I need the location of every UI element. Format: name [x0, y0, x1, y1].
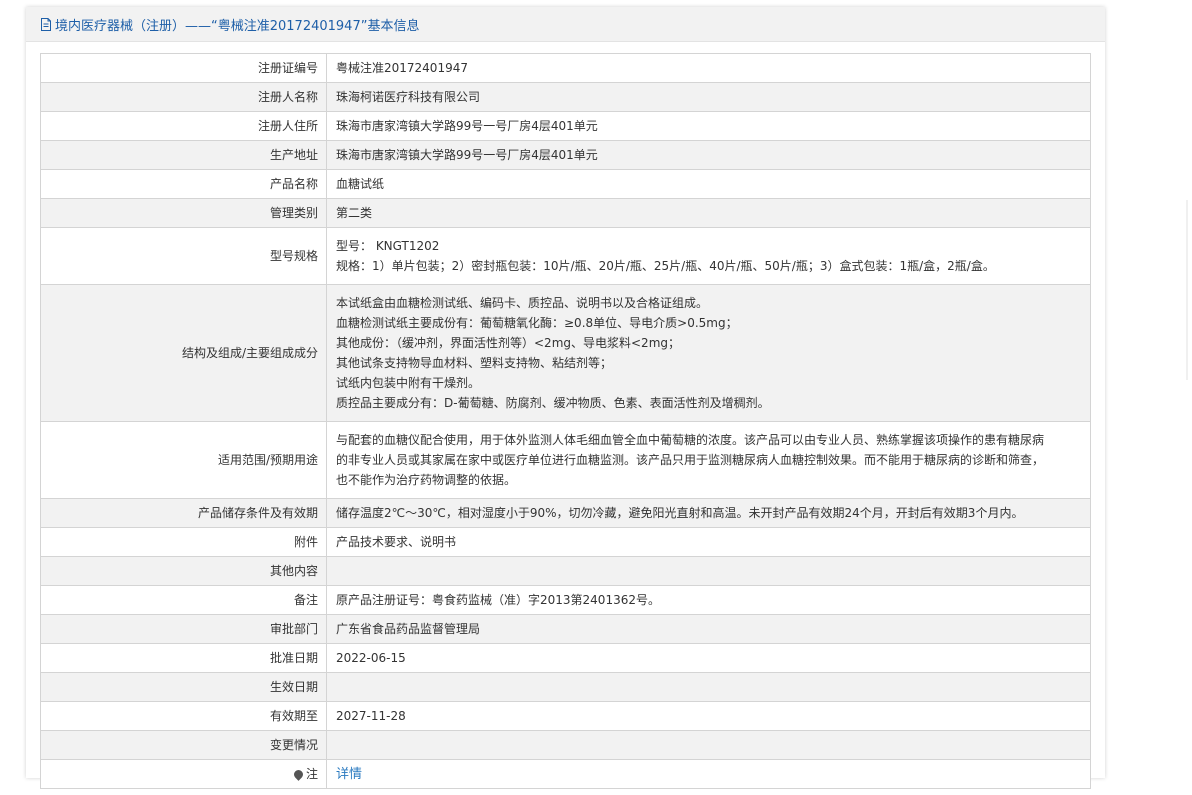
- field-label: 备注: [40, 585, 327, 615]
- field-value-line: 广东省食品药品监督管理局: [336, 622, 481, 636]
- field-label: 其他内容: [40, 556, 327, 586]
- details-link[interactable]: 详情: [336, 767, 362, 782]
- note-label: 注: [305, 767, 318, 781]
- field-label: 适用范围/预期用途: [40, 421, 327, 499]
- field-value: [326, 556, 1091, 586]
- field-value-line: 原产品注册证号：粤食药监械（准）字2013第2401362号。: [336, 593, 660, 607]
- field-label: 生产地址: [40, 140, 327, 170]
- field-value-line: [336, 735, 1081, 755]
- table-row: 管理类别 第二类: [40, 198, 1091, 228]
- field-value-line: 2027-11-28: [336, 709, 406, 723]
- field-label: 变更情况: [40, 730, 327, 760]
- field-value-line: 产品技术要求、说明书: [336, 535, 457, 549]
- field-value: 血糖试纸: [326, 169, 1091, 199]
- field-label: 生效日期: [40, 672, 327, 702]
- field-value: 珠海柯诺医疗科技有限公司: [326, 82, 1091, 112]
- field-value: 广东省食品药品监督管理局: [326, 614, 1091, 644]
- field-value: 与配套的血糖仪配合使用，用于体外监测人体毛细血管全血中葡萄糖的浓度。该产品可以由…: [326, 421, 1091, 499]
- field-label: 注册人名称: [40, 82, 327, 112]
- field-value-line: 质控品主要成分有：D-葡萄糖、防腐剂、缓冲物质、色素、表面活性剂及增稠剂。: [336, 396, 770, 410]
- field-label: 批准日期: [40, 643, 327, 673]
- table-row: 批准日期 2022-06-15: [40, 643, 1091, 673]
- field-value-line: 珠海柯诺医疗科技有限公司: [336, 90, 481, 104]
- note-value-cell: 详情: [326, 759, 1091, 789]
- field-value: 珠海市唐家湾镇大学路99号一号厂房4层401单元: [326, 111, 1091, 141]
- field-value-line: 珠海市唐家湾镇大学路99号一号厂房4层401单元: [336, 119, 598, 133]
- table-row-note: 注 详情: [40, 759, 1091, 789]
- table-row: 生效日期: [40, 672, 1091, 702]
- table-row: 注册人名称 珠海柯诺医疗科技有限公司: [40, 82, 1091, 112]
- table-row: 注册人住所 珠海市唐家湾镇大学路99号一号厂房4层401单元: [40, 111, 1091, 141]
- table-row: 有效期至 2027-11-28: [40, 701, 1091, 731]
- table-row: 型号规格 型号： KNGT1202 规格：1）单片包装；2）密封瓶包装：10片/瓶、…: [40, 227, 1091, 285]
- table-row: 产品储存条件及有效期 储存温度2℃～30℃，相对湿度小于90%，切勿冷藏，避免阳光…: [40, 498, 1091, 528]
- field-label: 审批部门: [40, 614, 327, 644]
- info-panel: 境内医疗器械（注册）——“粤械注准20172401947”基本信息 注册证编号粤…: [26, 7, 1105, 789]
- field-label: 有效期至: [40, 701, 327, 731]
- table-row: 产品名称 血糖试纸: [40, 169, 1091, 199]
- field-value-line: 储存温度2℃～30℃，相对湿度小于90%，切勿冷藏，避免阳光直射和高温。未开封产…: [336, 506, 1024, 520]
- location-pin-icon: [292, 768, 305, 781]
- field-value: 本试纸盒由血糖检测试纸、编码卡、质控品、说明书以及合格证组成。血糖检测试纸主要成…: [326, 284, 1091, 422]
- field-value-line: 珠海市唐家湾镇大学路99号一号厂房4层401单元: [336, 148, 598, 162]
- field-label: 注册人住所: [40, 111, 327, 141]
- scrollbar[interactable]: [1186, 200, 1188, 380]
- field-value-line: 也不能作为治疗药物调整的依据。: [336, 473, 517, 487]
- field-label: 产品名称: [40, 169, 327, 199]
- field-value-line: 本试纸盒由血糖检测试纸、编码卡、质控品、说明书以及合格证组成。: [336, 296, 709, 310]
- field-value-line: [336, 561, 1081, 581]
- field-value: 2022-06-15: [326, 643, 1091, 673]
- table-row: 其他内容: [40, 556, 1091, 586]
- field-value-line: [336, 677, 1081, 697]
- field-value-line: 血糖试纸: [336, 177, 385, 191]
- table-row: 审批部门 广东省食品药品监督管理局: [40, 614, 1091, 644]
- field-value: 储存温度2℃～30℃，相对湿度小于90%，切勿冷藏，避免阳光直射和高温。未开封产…: [326, 498, 1091, 528]
- table-row: 适用范围/预期用途 与配套的血糖仪配合使用，用于体外监测人体毛细血管全血中葡萄糖的…: [40, 421, 1091, 499]
- table-row: 生产地址 珠海市唐家湾镇大学路99号一号厂房4层401单元: [40, 140, 1091, 170]
- field-value-line: 型号： KNGT1202: [336, 239, 440, 253]
- table-row: 注册证编号 粤械注准20172401947: [40, 53, 1091, 83]
- field-value-line: 试纸内包装中附有干燥剂。: [336, 376, 481, 390]
- table-row: 附件 产品技术要求、说明书: [40, 527, 1091, 557]
- field-value-line: 血糖检测试纸主要成份有：葡萄糖氧化酶：≥0.8单位、导电介质>0.5mg；: [336, 316, 738, 330]
- panel-header: 境内医疗器械（注册）——“粤械注准20172401947”基本信息: [26, 7, 1105, 42]
- field-value: 2027-11-28: [326, 701, 1091, 731]
- table-row: 备注 原产品注册证号：粤食药监械（准）字2013第2401362号。: [40, 585, 1091, 615]
- field-label: 附件: [40, 527, 327, 557]
- table-row: 变更情况: [40, 730, 1091, 760]
- field-label: 结构及组成/主要组成成分: [40, 284, 327, 422]
- field-value-line: 规格：1）单片包装；2）密封瓶包装：10片/瓶、20片/瓶、25片/瓶、40片/…: [336, 259, 995, 273]
- field-value-line: 粤械注准20172401947: [336, 61, 468, 75]
- field-value: 粤械注准20172401947: [326, 53, 1091, 83]
- field-value-line: 其他成份：（缓冲剂，界面活性剂等）<2mg、导电浆料<2mg；: [336, 336, 680, 350]
- field-label: 产品储存条件及有效期: [40, 498, 327, 528]
- note-label-cell: 注: [40, 759, 327, 789]
- field-label: 注册证编号: [40, 53, 327, 83]
- field-value: 型号： KNGT1202 规格：1）单片包装；2）密封瓶包装：10片/瓶、20片/…: [326, 227, 1091, 285]
- page-title: 境内医疗器械（注册）——“粤械注准20172401947”基本信息: [55, 18, 420, 34]
- field-value: [326, 730, 1091, 760]
- document-icon: [41, 17, 51, 31]
- field-value-line: 其他试条支持物导血材料、塑料支持物、粘结剂等；: [336, 356, 613, 370]
- field-value: 珠海市唐家湾镇大学路99号一号厂房4层401单元: [326, 140, 1091, 170]
- field-value: 原产品注册证号：粤食药监械（准）字2013第2401362号。: [326, 585, 1091, 615]
- field-label: 管理类别: [40, 198, 327, 228]
- table-row: 结构及组成/主要组成成分 本试纸盒由血糖检测试纸、编码卡、质控品、说明书以及合格证…: [40, 284, 1091, 422]
- field-value-line: 第二类: [336, 206, 373, 220]
- field-value-line: 与配套的血糖仪配合使用，用于体外监测人体毛细血管全血中葡萄糖的浓度。该产品可以由…: [336, 433, 1045, 447]
- field-value: [326, 672, 1091, 702]
- registration-info-table: 注册证编号 粤械注准20172401947 注册人名称 珠海柯诺医疗科技有限公司 注册人…: [40, 53, 1091, 789]
- field-value-line: 2022-06-15: [336, 651, 406, 665]
- field-value-line: 的非专业人员或其家属在家中或医疗单位进行血糖监测。该产品只用于监测糖尿病人血糖控…: [336, 453, 1045, 467]
- field-value: 第二类: [326, 198, 1091, 228]
- field-value: 产品技术要求、说明书: [326, 527, 1091, 557]
- field-label: 型号规格: [40, 227, 327, 285]
